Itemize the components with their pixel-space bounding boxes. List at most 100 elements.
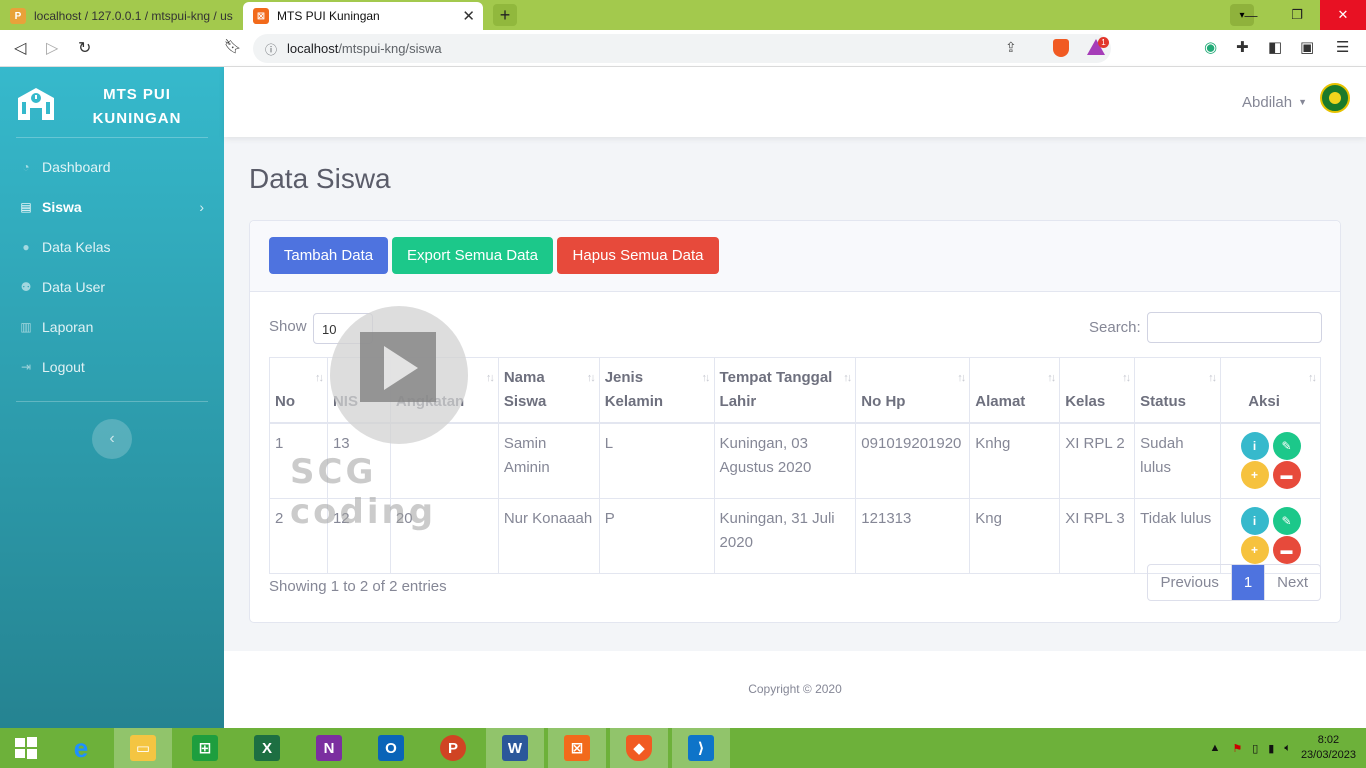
column-header-jenis-kelamin[interactable]: Jenis Kelamin ↑↓	[598, 357, 715, 424]
url-bar[interactable]: ⓘ localhost/mtspui-kng/siswa ⇪ 1	[253, 34, 1111, 63]
new-tab-button[interactable]: +	[493, 4, 517, 26]
tab-title: MTS PUI Kuningan	[277, 9, 380, 23]
minimize-icon[interactable]: —	[1228, 0, 1274, 30]
tray-overflow-icon[interactable]: ▲	[1209, 742, 1220, 754]
delete-all-button[interactable]: Hapus Semua Data	[557, 237, 719, 274]
next-page-button[interactable]: Next	[1265, 565, 1320, 600]
search-label: Search:	[1089, 319, 1141, 336]
cell-no: 2	[269, 498, 328, 574]
site-info-icon[interactable]: ⓘ	[265, 41, 277, 58]
edit-button[interactable]: ✎	[1272, 432, 1301, 460]
sidebar-item-data-kelas[interactable]: ● Data Kelas	[18, 236, 208, 258]
students-table: No ↑↓ NIS ↑↓ Angkatan ↑↓ Nama Siswa ↑↓ Jenis…	[269, 357, 1321, 574]
graduate-button[interactable]: +	[1240, 461, 1269, 489]
edit-button[interactable]: ✎	[1272, 507, 1301, 535]
sidebar-toggle-button[interactable]: ‹	[92, 419, 132, 459]
sidebar-item-logout[interactable]: ⇥ Logout	[18, 356, 208, 378]
signal-icon[interactable]: ▮	[1268, 742, 1274, 755]
forward-icon[interactable]: ▷	[46, 38, 58, 58]
battery-icon[interactable]: ▯	[1252, 742, 1258, 755]
taskbar-brave[interactable]: ◆	[610, 728, 668, 768]
add-data-button[interactable]: Tambah Data	[269, 237, 388, 274]
page-1-button[interactable]: 1	[1230, 565, 1266, 600]
wallet-icon[interactable]: ▣	[1300, 38, 1314, 56]
user-plus-icon: +	[1251, 468, 1259, 482]
word-icon: W	[502, 735, 528, 761]
delete-button[interactable]: ▬	[1272, 536, 1301, 564]
taskbar-ie[interactable]: e	[52, 728, 110, 768]
maximize-icon[interactable]: ❐	[1274, 0, 1320, 30]
cell-ttl: Kuningan, 31 Juli 2020	[713, 498, 857, 574]
back-icon[interactable]: ◁	[14, 38, 26, 58]
network-error-icon[interactable]: ⚑	[1232, 742, 1242, 755]
user-dropdown[interactable]: Abdilah ▼	[1242, 94, 1307, 111]
column-header-angkatan[interactable]: Angkatan ↑↓	[389, 357, 499, 424]
column-header-ttl[interactable]: Tempat Tanggal Lahir ↑↓	[713, 357, 857, 424]
extensions-icon[interactable]: ✚	[1236, 38, 1249, 56]
copyright-text: Copyright © 2020	[748, 682, 842, 696]
taskbar-explorer[interactable]: ▭	[114, 728, 172, 768]
export-all-button[interactable]: Export Semua Data	[392, 237, 553, 274]
column-header-alamat[interactable]: Alamat ↑↓	[969, 357, 1061, 424]
vpn-extension-icon[interactable]: ◉	[1204, 38, 1217, 56]
footer: Copyright © 2020	[224, 651, 1366, 728]
column-header-no[interactable]: No ↑↓	[269, 357, 328, 424]
column-header-aksi[interactable]: Aksi ↑↓	[1220, 357, 1321, 424]
brave-shields-icon[interactable]	[1053, 39, 1069, 57]
tab-phpmyadmin[interactable]: P localhost / 127.0.0.1 / mtspui-kng / u…	[0, 2, 240, 30]
cell-nama: Samin Aminin	[497, 422, 600, 499]
sidebar-item-dashboard[interactable]: ◔ Dashboard	[18, 156, 208, 178]
clock[interactable]: 8:02 23/03/2023	[1295, 733, 1366, 763]
taskbar-outlook[interactable]: O	[362, 728, 420, 768]
column-header-nama-siswa[interactable]: Nama Siswa ↑↓	[497, 357, 600, 424]
share-icon[interactable]: ⇪	[1005, 39, 1017, 56]
taskbar-onenote[interactable]: N	[300, 728, 358, 768]
avatar[interactable]	[1320, 83, 1350, 113]
tab-mts-pui[interactable]: ⊠ MTS PUI Kuningan ✕	[243, 2, 483, 30]
taskbar-powerpoint[interactable]: P	[424, 728, 482, 768]
edit-icon: ✎	[1281, 439, 1292, 453]
reload-icon[interactable]: ↻	[78, 38, 91, 58]
cell-jenis-kelamin: L	[598, 422, 715, 499]
taskbar-vscode[interactable]: ⟩	[672, 728, 730, 768]
detail-button[interactable]: i	[1240, 432, 1269, 460]
sidebar-item-laporan[interactable]: ▥ Laporan	[18, 316, 208, 338]
column-header-nis[interactable]: NIS ↑↓	[326, 357, 391, 424]
column-header-no-hp[interactable]: No Hp ↑↓	[855, 357, 971, 424]
column-header-kelas[interactable]: Kelas ↑↓	[1059, 357, 1136, 424]
window-close-icon[interactable]: ✕	[1320, 0, 1366, 30]
volume-icon[interactable]: 🔈︎	[1284, 742, 1291, 755]
sidebar-toggle-icon[interactable]: ◧	[1268, 38, 1282, 56]
column-header-status[interactable]: Status ↑↓	[1134, 357, 1222, 424]
delete-button[interactable]: ▬	[1272, 461, 1301, 489]
cell-status: Sudah lulus	[1134, 422, 1222, 499]
browser-tab-strip: P localhost / 127.0.0.1 / mtspui-kng / u…	[0, 0, 1366, 30]
close-tab-icon[interactable]: ✕	[462, 7, 475, 25]
taskbar-store[interactable]: ⊞	[176, 728, 234, 768]
start-button[interactable]	[0, 728, 52, 768]
menu-icon[interactable]: ☰	[1336, 38, 1349, 56]
outlook-icon: O	[378, 735, 404, 761]
cell-angkatan: 20	[389, 498, 499, 574]
sort-icon: ↑↓	[377, 372, 387, 384]
user-icon: ●	[22, 240, 30, 254]
store-icon: ⊞	[192, 735, 218, 761]
bookmark-icon[interactable]: 🔖︎	[224, 38, 242, 55]
entries-length-select[interactable]: 10	[313, 313, 373, 344]
onenote-icon: N	[316, 735, 342, 761]
previous-page-button[interactable]: Previous	[1148, 565, 1230, 600]
trash-icon: ▬	[1280, 543, 1293, 557]
taskbar-word[interactable]: W	[486, 728, 544, 768]
graduate-button[interactable]: +	[1240, 536, 1269, 564]
cell-nis: 12	[326, 498, 391, 574]
taskbar-excel[interactable]: X	[238, 728, 296, 768]
sort-icon: ↑↓	[1122, 372, 1131, 384]
search-input[interactable]	[1147, 312, 1322, 343]
taskbar-xampp[interactable]: ⊠	[548, 728, 606, 768]
sidebar-item-siswa[interactable]: ▤ Siswa ›	[18, 196, 208, 218]
brand[interactable]: MTS PUI KUNINGAN	[14, 83, 208, 139]
show-label: Show	[269, 318, 307, 335]
sidebar-item-data-user[interactable]: ⚉ Data User	[18, 276, 208, 298]
detail-button[interactable]: i	[1240, 507, 1269, 535]
cell-alamat: Kng	[969, 498, 1061, 574]
